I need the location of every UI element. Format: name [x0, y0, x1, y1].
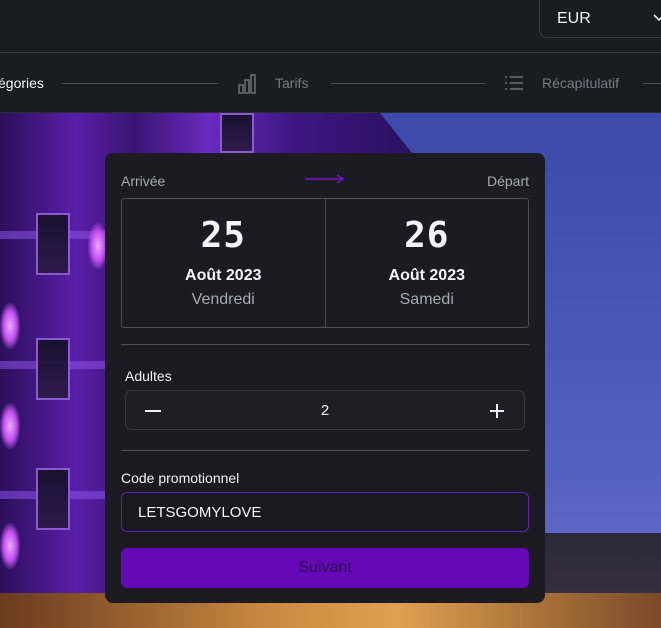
- purple-light: [0, 403, 20, 449]
- departure-day: 26: [404, 215, 450, 256]
- arrival-day: 25: [200, 215, 246, 256]
- next-button-label: Suivant: [298, 559, 352, 576]
- step-recapitulatif[interactable]: Récapitulatif: [542, 75, 619, 91]
- purple-light: [0, 303, 20, 349]
- adults-stepper: 2: [125, 390, 525, 430]
- plus-icon[interactable]: [482, 397, 512, 425]
- window: [36, 338, 70, 400]
- list-icon: [505, 76, 523, 90]
- chevron-down-icon: [653, 14, 661, 22]
- window: [36, 213, 70, 275]
- arrival-weekday: Vendredi: [191, 291, 255, 308]
- step-connector: [62, 83, 218, 84]
- arrival-month: Août 2023: [185, 267, 262, 284]
- date-range-picker[interactable]: 25 Août 2023 Vendredi 26 Août 2023 Samed…: [121, 198, 529, 328]
- purple-light: [0, 523, 20, 569]
- window: [220, 113, 254, 153]
- arrow-right-icon: [305, 174, 345, 184]
- window: [36, 468, 70, 530]
- next-button[interactable]: Suivant: [121, 548, 529, 588]
- booking-card: Arrivée Départ 25 Août 2023 Vendredi 26 …: [105, 153, 545, 603]
- step-tarifs[interactable]: Tarifs: [275, 75, 308, 91]
- adults-label: Adultes: [125, 368, 172, 384]
- divider: [121, 344, 529, 345]
- bar-chart-icon: [238, 74, 256, 94]
- currency-select[interactable]: EUR: [539, 0, 661, 38]
- top-bar: EUR: [0, 0, 661, 53]
- departure-weekday: Samedi: [399, 291, 454, 308]
- promo-code-label: Code promotionnel: [121, 470, 240, 486]
- arrival-date[interactable]: 25 Août 2023 Vendredi: [122, 199, 326, 327]
- departure-date[interactable]: 26 Août 2023 Samedi: [326, 199, 529, 327]
- departure-label: Départ: [486, 173, 529, 189]
- adults-value: 2: [320, 402, 330, 419]
- currency-value: EUR: [557, 9, 591, 27]
- promo-code-input[interactable]: [121, 492, 529, 532]
- step-connector: [643, 83, 661, 84]
- step-connector: [331, 83, 486, 84]
- divider: [121, 450, 529, 451]
- booking-steps: égories Tarifs Récapitulatif: [0, 54, 661, 113]
- arrival-label: Arrivée: [121, 173, 166, 189]
- departure-month: Août 2023: [388, 267, 465, 284]
- step-categories[interactable]: égories: [0, 75, 44, 91]
